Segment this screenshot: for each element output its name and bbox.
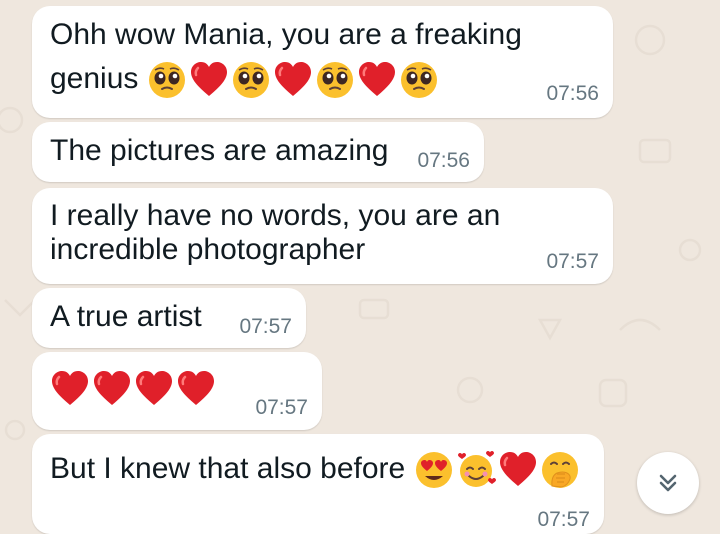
message-bubble[interactable]: Ohh wow Mania, you are a freaking genius…	[32, 6, 613, 118]
message-bubble[interactable]: 07:57	[32, 352, 322, 430]
red-heart-icon	[176, 369, 216, 409]
emoji-row	[414, 451, 582, 489]
message-timestamp: 07:57	[546, 250, 599, 273]
message-text-line: genius	[50, 60, 441, 100]
red-heart-icon	[50, 369, 90, 409]
message-bubble[interactable]: A true artist 07:57	[32, 288, 306, 348]
pleading-face-icon	[147, 60, 187, 100]
message-text: The pictures are amazing	[50, 134, 389, 167]
message-text: But I knew that also before	[50, 452, 406, 485]
message-timestamp: 07:56	[546, 82, 599, 105]
double-chevron-down-icon	[655, 470, 681, 501]
message-text-line: But I knew that also before	[50, 450, 582, 490]
message-timestamp: 07:56	[417, 149, 470, 172]
message-text: I really have no words, you are an	[50, 199, 501, 232]
hand-over-mouth-face-icon	[540, 450, 580, 490]
red-heart-icon	[92, 369, 132, 409]
message-bubble[interactable]: The pictures are amazing 07:56	[32, 122, 484, 182]
pleading-face-icon	[231, 60, 271, 100]
message-text: Ohh wow Mania, you are a freaking	[50, 18, 522, 51]
scroll-to-bottom-button[interactable]	[637, 452, 699, 514]
message-text: A true artist	[50, 300, 202, 333]
red-heart-icon	[357, 60, 397, 100]
emoji-row	[147, 62, 441, 99]
message-text-line	[50, 369, 218, 409]
red-heart-icon	[498, 450, 538, 490]
smiling-face-with-hearts-icon	[456, 450, 496, 490]
pleading-face-icon	[315, 60, 355, 100]
message-timestamp: 07:57	[255, 396, 308, 419]
message-timestamp: 07:57	[537, 508, 590, 531]
message-bubble[interactable]: I really have no words, you are an incre…	[32, 188, 613, 284]
message-text: genius	[50, 62, 139, 95]
emoji-row	[50, 371, 218, 406]
red-heart-icon	[273, 60, 313, 100]
message-bubble[interactable]: But I knew that also before 07:57	[32, 434, 604, 534]
message-text: incredible photographer	[50, 233, 366, 266]
heart-eyes-face-icon	[414, 450, 454, 490]
pleading-face-icon	[399, 60, 439, 100]
message-timestamp: 07:57	[239, 315, 292, 338]
red-heart-icon	[189, 60, 229, 100]
red-heart-icon	[134, 369, 174, 409]
